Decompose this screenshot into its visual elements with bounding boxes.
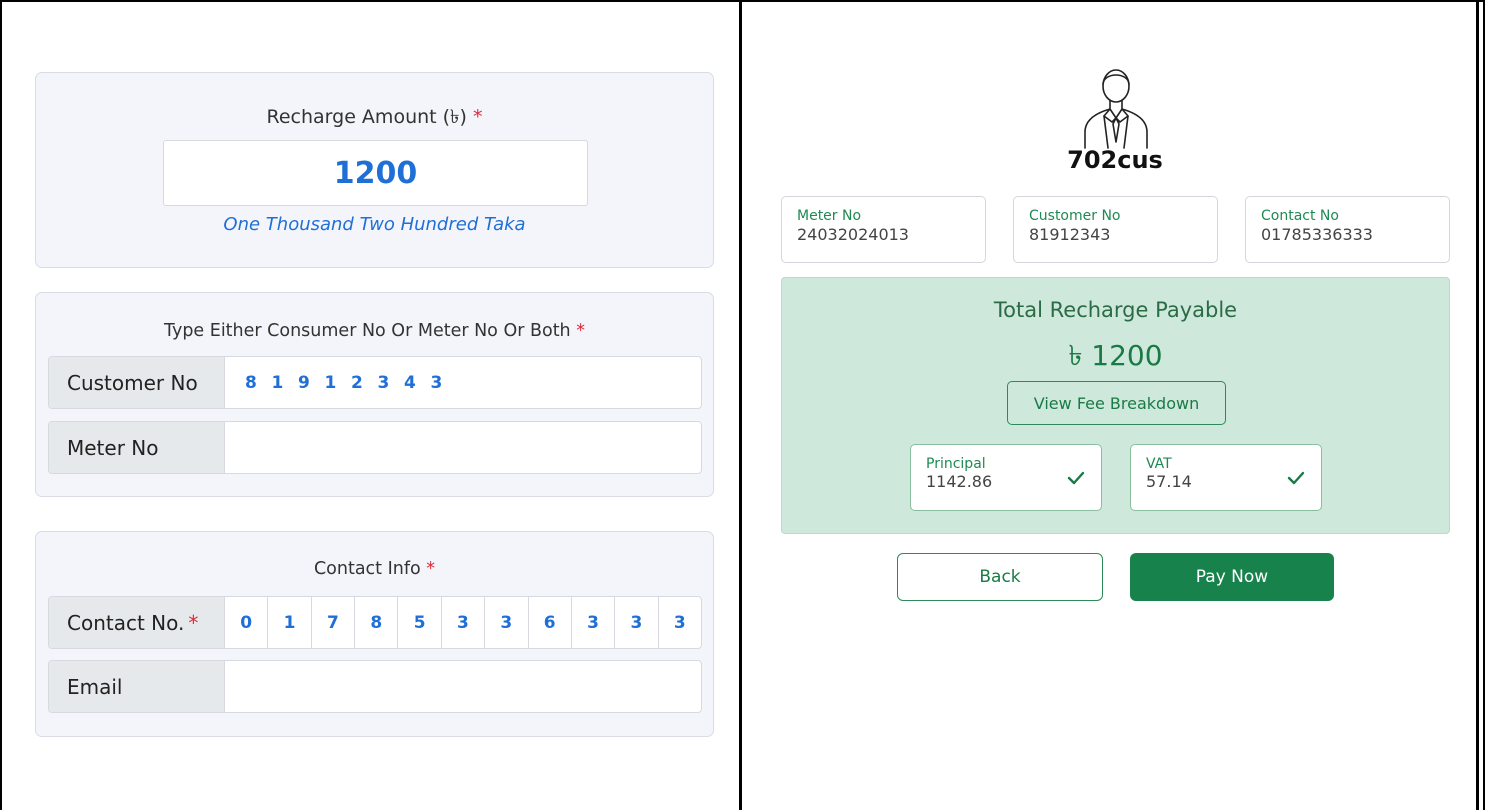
panel-divider — [739, 0, 742, 810]
recharge-amount-label: Recharge Amount (৳) — [266, 106, 467, 128]
contact-no-digit-cell[interactable]: 0 — [225, 597, 269, 648]
contact-no-digit-cell[interactable]: 3 — [659, 597, 701, 648]
contact-no-digit-cell[interactable]: 1 — [268, 597, 312, 648]
customer-no-card-value: 81912343 — [1029, 225, 1111, 244]
check-icon — [1287, 471, 1305, 485]
principal-label: Principal — [926, 456, 986, 472]
customer-no-label: Customer No — [49, 357, 225, 408]
back-button[interactable]: Back — [897, 553, 1103, 601]
contact-no-field[interactable]: Contact No. * 01785336333 — [48, 596, 702, 649]
total-payable-panel: Total Recharge Payable ৳ 1200 View Fee B… — [781, 277, 1450, 534]
pay-now-button[interactable]: Pay Now — [1130, 553, 1334, 601]
customer-no-digit: 4 — [404, 372, 416, 393]
vat-card: VAT 57.14 — [1130, 444, 1322, 511]
meter-no-input[interactable] — [225, 422, 701, 473]
customer-no-card-label: Customer No — [1029, 208, 1121, 224]
contact-title-label: Contact Info — [313, 559, 421, 579]
meter-no-card-value: 24032024013 — [797, 225, 909, 244]
email-field[interactable]: Email — [48, 660, 702, 713]
consumer-title-label: Type Either Consumer No Or Meter No Or B… — [164, 321, 571, 341]
customer-no-digit: 8 — [245, 372, 257, 393]
check-icon — [1067, 471, 1085, 485]
contact-no-card-value: 01785336333 — [1261, 225, 1373, 244]
businessman-avatar-icon — [1084, 69, 1148, 149]
contact-no-digit-cell[interactable]: 6 — [529, 597, 572, 648]
meter-no-field[interactable]: Meter No — [48, 421, 702, 474]
required-mark: * — [472, 106, 483, 128]
customer-no-field[interactable]: Customer No 81912343 — [48, 356, 702, 409]
customer-no-digit: 3 — [430, 372, 443, 393]
meter-no-card-label: Meter No — [797, 208, 862, 224]
meter-no-label: Meter No — [49, 422, 225, 473]
contact-no-digit-cell[interactable]: 3 — [615, 597, 659, 648]
customer-no-digit: 2 — [351, 372, 363, 393]
principal-card: Principal 1142.86 — [910, 444, 1102, 511]
contact-no-label: Contact No. — [67, 610, 185, 635]
contact-card: Contact Info * Contact No. * 01785336333… — [35, 531, 714, 737]
contact-no-digit-cell[interactable]: 3 — [485, 597, 529, 648]
consumer-card: Type Either Consumer No Or Meter No Or B… — [35, 292, 714, 497]
email-label: Email — [49, 661, 225, 712]
recharge-amount-value: 1200 — [333, 155, 418, 191]
customer-no-digit: 3 — [377, 372, 390, 393]
required-mark: * — [576, 321, 585, 341]
username: 702cus — [1067, 146, 1163, 174]
recharge-amount-card: Recharge Amount (৳) * 1200 One Thousand … — [35, 72, 714, 268]
total-payable-title: Total Recharge Payable — [993, 298, 1238, 322]
recharge-amount-title: Recharge Amount (৳) * — [36, 103, 713, 135]
contact-no-digit-cell[interactable]: 8 — [355, 597, 399, 648]
vat-label: VAT — [1146, 456, 1172, 472]
required-mark: * — [188, 610, 199, 635]
contact-no-digit-cell[interactable]: 3 — [572, 597, 616, 648]
customer-no-digits[interactable]: 81912343 — [225, 357, 457, 408]
contact-no-label-box: Contact No. * — [49, 597, 225, 648]
contact-no-card-label: Contact No — [1261, 208, 1339, 224]
contact-no-card: Contact No 01785336333 — [1245, 196, 1450, 263]
recharge-amount-input[interactable]: 1200 — [163, 140, 588, 206]
frame-right-edge — [1476, 0, 1479, 810]
contact-title: Contact Info * — [36, 559, 713, 579]
contact-no-digit-cell[interactable]: 7 — [312, 597, 356, 648]
contact-no-digit-cell[interactable]: 3 — [442, 597, 486, 648]
email-input[interactable] — [225, 661, 701, 712]
required-mark: * — [426, 559, 436, 579]
total-payable-amount: ৳ 1200 — [1068, 339, 1163, 372]
view-fee-breakdown-button[interactable]: View Fee Breakdown — [1007, 381, 1226, 425]
amount-in-words: One Thousand Two Hundred Taka — [223, 214, 526, 235]
customer-no-digit: 1 — [324, 372, 337, 393]
contact-no-digits[interactable]: 01785336333 — [225, 597, 701, 648]
customer-no-digit: 1 — [271, 372, 284, 393]
consumer-title: Type Either Consumer No Or Meter No Or B… — [36, 321, 713, 341]
contact-no-digit-cell[interactable]: 5 — [398, 597, 442, 648]
customer-no-digit: 9 — [298, 372, 310, 393]
meter-no-card: Meter No 24032024013 — [781, 196, 986, 263]
customer-no-card: Customer No 81912343 — [1013, 196, 1218, 263]
